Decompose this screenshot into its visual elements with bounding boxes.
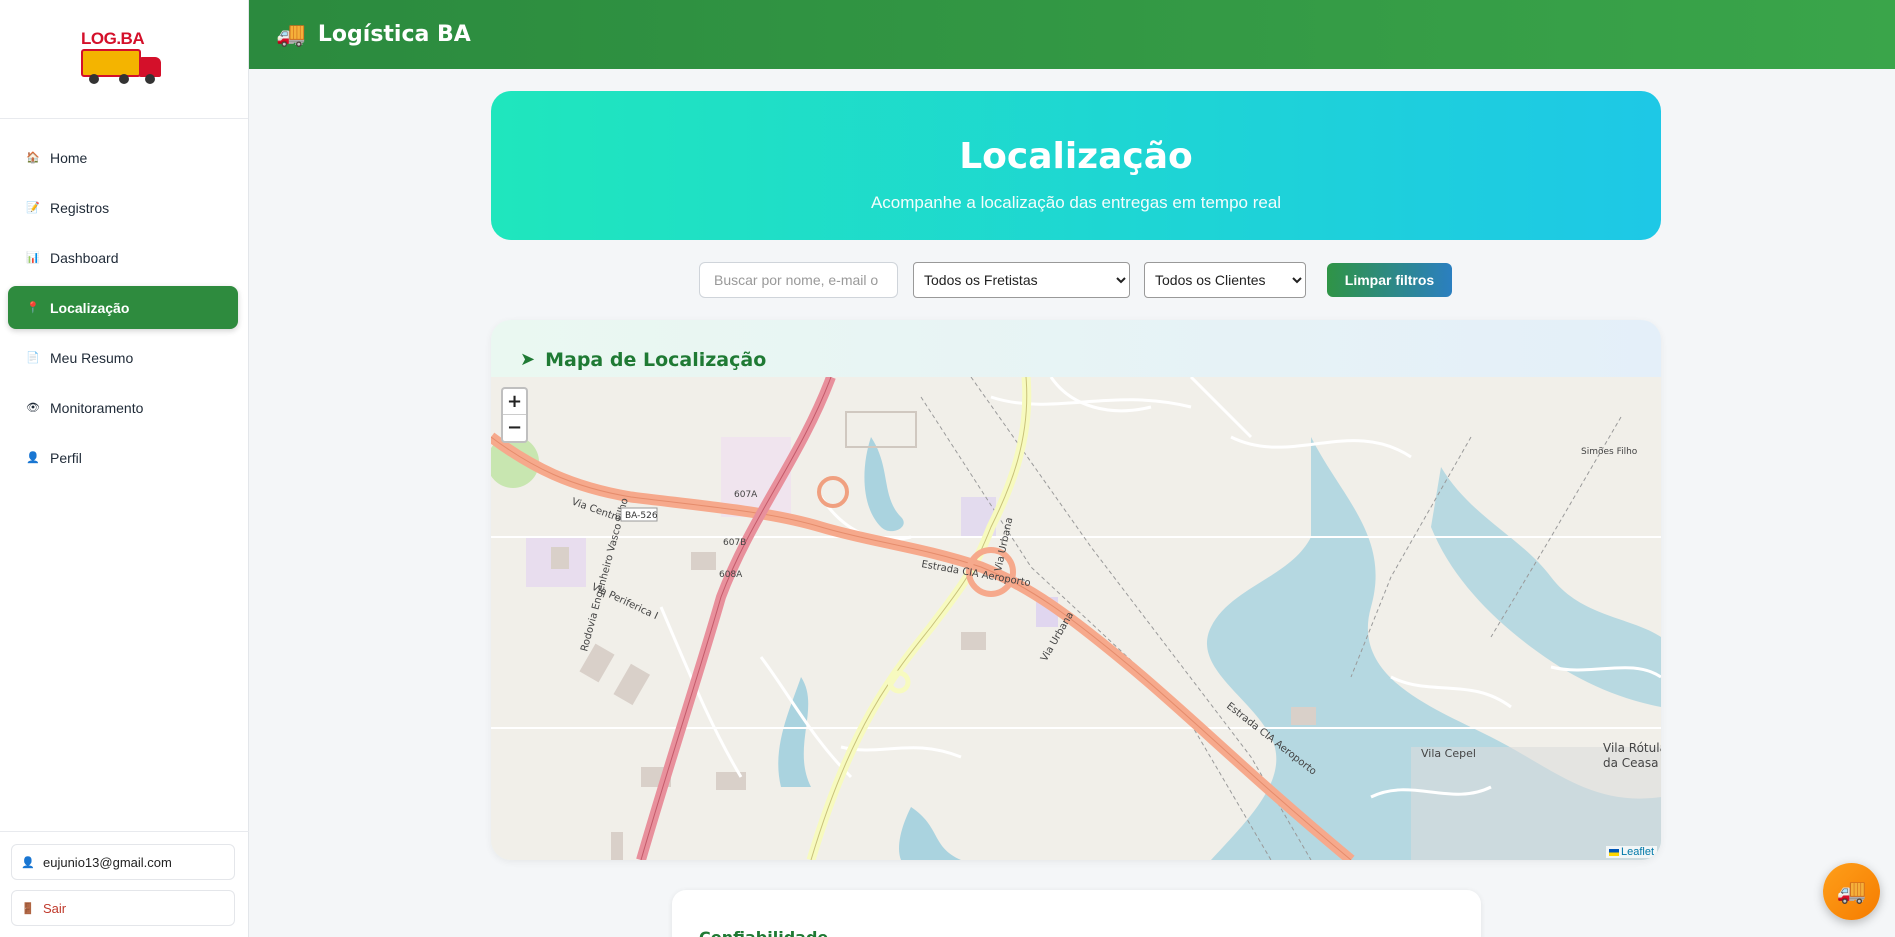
page-subtitle: Acompanhe a localização das entregas em … — [870, 193, 1282, 212]
map-label-exit: 608A — [719, 570, 743, 580]
sidebar-item-label: Localização — [50, 299, 130, 316]
clear-filters-button[interactable]: Limpar filtros — [1327, 263, 1452, 297]
sidebar-item-meu-resumo[interactable]: 📄 Meu Resumo — [8, 336, 238, 379]
map-tiles: Estrada CIA Aeroporto Estrada CIA Aeropo… — [491, 377, 1661, 860]
map-attribution[interactable]: Leaflet — [1605, 846, 1657, 858]
sidebar-item-label: Home — [50, 149, 88, 166]
map-label-place: da Ceasa — [1603, 756, 1659, 770]
pin-icon: 📍 — [26, 302, 40, 314]
truck-icon: 🚚 — [276, 21, 306, 48]
sidebar-item-home[interactable]: 🏠 Home — [8, 136, 238, 179]
logout-button[interactable]: 🚪 Sair — [11, 890, 235, 926]
map-label-exit: 607A — [734, 490, 758, 500]
search-input[interactable] — [699, 262, 898, 298]
attribution-link[interactable]: Leaflet — [1621, 846, 1654, 858]
user-icon: 👤 — [21, 856, 35, 869]
zoom-control: + − — [501, 387, 528, 443]
sidebar-item-registros[interactable]: 📝 Registros — [8, 186, 238, 229]
user-email-box: 👤 eujunio13@gmail.com — [11, 844, 235, 880]
map-label-place: Vila Cepel — [1421, 747, 1476, 760]
truck-icon: 🚚 — [1836, 878, 1867, 905]
sidebar-item-monitoramento[interactable]: 👁 Monitoramento — [8, 386, 238, 429]
fretistas-select[interactable]: Todos os Fretistas — [913, 262, 1130, 298]
logout-label: Sair — [43, 900, 67, 916]
map-card: ➤ Mapa de Localização Estrada CIA Aeropo… — [491, 320, 1661, 860]
user-email: eujunio13@gmail.com — [43, 854, 172, 870]
sidebar-item-perfil[interactable]: 👤 Perfil — [8, 436, 238, 479]
map-label-exit: 607B — [723, 538, 746, 548]
navigation-arrow-icon: ➤ — [520, 349, 536, 369]
door-icon: 🚪 — [21, 902, 35, 915]
brand-logo[interactable]: LOG.BA — [79, 29, 169, 89]
app-title: Logística BA — [317, 22, 471, 47]
chart-icon: 📊 — [26, 252, 40, 264]
hero-banner: Localização Acompanhe a localização das … — [491, 91, 1661, 240]
clipboard-icon: 📝 — [26, 202, 40, 214]
document-icon: 📄 — [26, 352, 40, 364]
map-header: ➤ Mapa de Localização — [491, 320, 1661, 377]
logo-text: LOG.BA — [81, 29, 145, 48]
logo-area: LOG.BA — [0, 0, 248, 119]
sidebar-footer: 👤 eujunio13@gmail.com 🚪 Sair — [0, 831, 249, 937]
map-label-place: Simões Filho — [1581, 447, 1638, 457]
ukraine-flag-icon — [1608, 848, 1619, 856]
user-icon: 👤 — [26, 452, 40, 464]
zoom-out-button[interactable]: − — [503, 415, 526, 441]
map-view[interactable]: Estrada CIA Aeroporto Estrada CIA Aeropo… — [491, 377, 1661, 860]
sidebar-item-label: Dashboard — [50, 249, 119, 266]
map-label-shield: BA-526 — [625, 511, 658, 521]
floating-truck-button[interactable]: 🚚 — [1823, 863, 1880, 920]
eye-icon: 👁 — [26, 402, 40, 414]
sidebar: LOG.BA 🏠 Home 📝 Registros 📊 Dashboard 📍 Loca… — [0, 0, 249, 937]
sidebar-item-label: Perfil — [50, 449, 82, 466]
clientes-select[interactable]: Todos os Clientes — [1144, 262, 1306, 298]
reliability-card: Confiabilidade — [672, 890, 1481, 937]
sidebar-item-label: Registros — [50, 199, 110, 216]
sidebar-item-label: Meu Resumo — [50, 349, 134, 366]
page-title: Localização — [959, 136, 1193, 177]
reliability-title: Confiabilidade — [699, 928, 828, 937]
map-title: Mapa de Localização — [545, 348, 767, 371]
top-header: 🚚 Logística BA — [249, 0, 1895, 69]
sidebar-item-dashboard[interactable]: 📊 Dashboard — [8, 236, 238, 279]
map-label-road: Via Centro — [570, 496, 623, 524]
zoom-in-button[interactable]: + — [503, 389, 526, 415]
sidebar-item-localizacao[interactable]: 📍 Localização — [8, 286, 238, 329]
filter-bar: Todos os Fretistas Todos os Clientes Lim… — [699, 262, 1452, 298]
sidebar-item-label: Monitoramento — [50, 399, 144, 416]
sidebar-nav: 🏠 Home 📝 Registros 📊 Dashboard 📍 Localização… — [0, 119, 248, 479]
house-icon: 🏠 — [26, 152, 40, 164]
map-label-place: Vila Rótula — [1603, 741, 1661, 755]
